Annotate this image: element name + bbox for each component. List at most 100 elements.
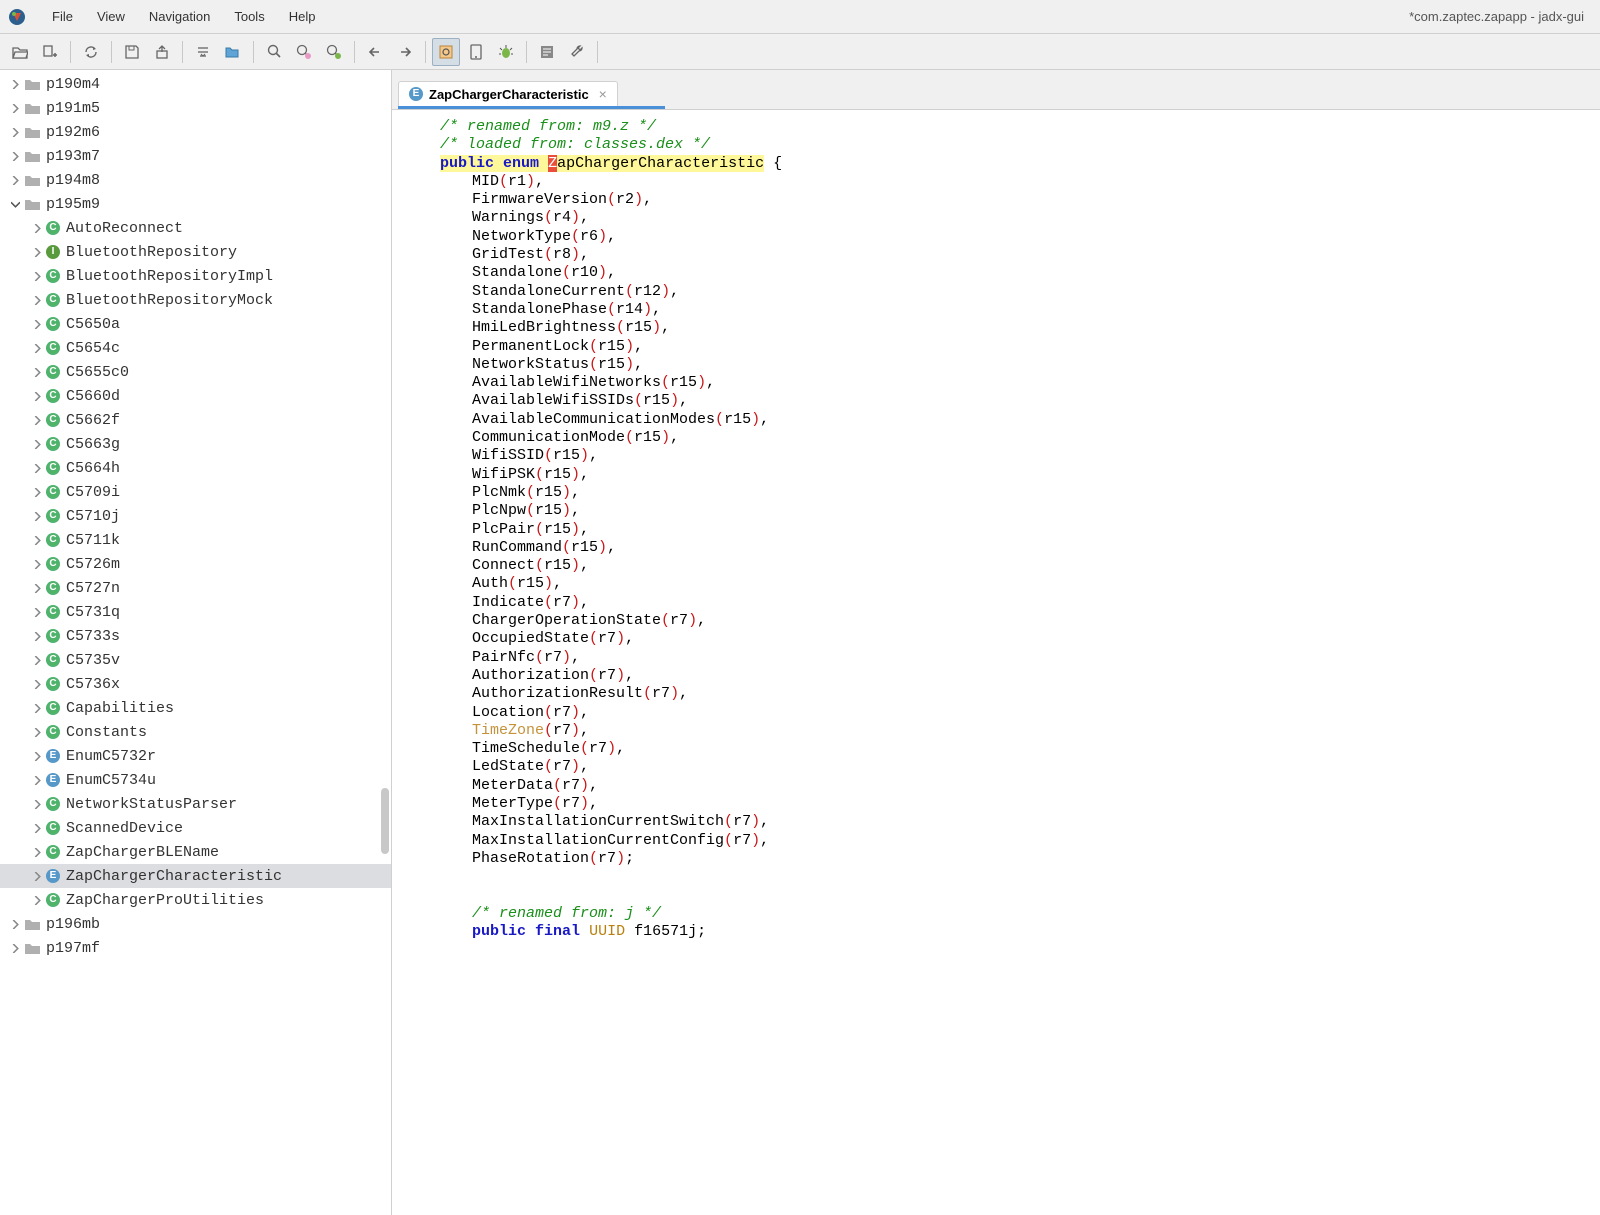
tree-node-p194m8[interactable]: p194m8	[0, 168, 391, 192]
chevron-right-icon[interactable]	[30, 869, 44, 883]
chevron-right-icon[interactable]	[30, 845, 44, 859]
chevron-right-icon[interactable]	[30, 773, 44, 787]
tree-node-C5735v[interactable]: CC5735v	[0, 648, 391, 672]
tree-node-C5711k[interactable]: CC5711k	[0, 528, 391, 552]
tree-node-BluetoothRepositoryImpl[interactable]: CBluetoothRepositoryImpl	[0, 264, 391, 288]
save-button[interactable]	[118, 38, 146, 66]
back-button[interactable]	[361, 38, 389, 66]
chevron-right-icon[interactable]	[30, 509, 44, 523]
tree-node-C5664h[interactable]: CC5664h	[0, 456, 391, 480]
tree-node-C5727n[interactable]: CC5727n	[0, 576, 391, 600]
tree-node-C5710j[interactable]: CC5710j	[0, 504, 391, 528]
chevron-right-icon[interactable]	[30, 629, 44, 643]
tree-node-ZapChargerBLEName[interactable]: CZapChargerBLEName	[0, 840, 391, 864]
scrollbar-thumb[interactable]	[381, 788, 389, 854]
tree-node-NetworkStatusParser[interactable]: CNetworkStatusParser	[0, 792, 391, 816]
chevron-right-icon[interactable]	[8, 173, 22, 187]
tree-node-p190m4[interactable]: p190m4	[0, 72, 391, 96]
chevron-right-icon[interactable]	[30, 221, 44, 235]
chevron-right-icon[interactable]	[30, 293, 44, 307]
editor-tab[interactable]: E ZapChargerCharacteristic ×	[398, 81, 618, 106]
chevron-right-icon[interactable]	[30, 437, 44, 451]
tree-node-AutoReconnect[interactable]: CAutoReconnect	[0, 216, 391, 240]
chevron-right-icon[interactable]	[30, 749, 44, 763]
device-button[interactable]	[462, 38, 490, 66]
tree-node-ScannedDevice[interactable]: CScannedDevice	[0, 816, 391, 840]
menu-tools[interactable]: Tools	[222, 0, 276, 33]
chevron-right-icon[interactable]	[30, 797, 44, 811]
chevron-right-icon[interactable]	[8, 77, 22, 91]
tree-node-ZapChargerProUtilities[interactable]: CZapChargerProUtilities	[0, 888, 391, 912]
chevron-right-icon[interactable]	[30, 245, 44, 259]
code-editor[interactable]: /* renamed from: m9.z *//* loaded from: …	[392, 109, 1600, 1215]
chevron-right-icon[interactable]	[30, 725, 44, 739]
menu-navigation[interactable]: Navigation	[137, 0, 222, 33]
chevron-right-icon[interactable]	[30, 677, 44, 691]
tree-node-Capabilities[interactable]: CCapabilities	[0, 696, 391, 720]
chevron-right-icon[interactable]	[30, 533, 44, 547]
preferences-button[interactable]	[432, 38, 460, 66]
chevron-right-icon[interactable]	[30, 581, 44, 595]
chevron-right-icon[interactable]	[30, 605, 44, 619]
chevron-right-icon[interactable]	[30, 413, 44, 427]
chevron-right-icon[interactable]	[30, 365, 44, 379]
chevron-right-icon[interactable]	[30, 485, 44, 499]
chevron-right-icon[interactable]	[8, 149, 22, 163]
chevron-right-icon[interactable]	[30, 461, 44, 475]
tree-node-C5662f[interactable]: CC5662f	[0, 408, 391, 432]
tree-node-p193m7[interactable]: p193m7	[0, 144, 391, 168]
tree-node-C5726m[interactable]: CC5726m	[0, 552, 391, 576]
tree-node-p195m9[interactable]: p195m9	[0, 192, 391, 216]
tree-node-BluetoothRepositoryMock[interactable]: CBluetoothRepositoryMock	[0, 288, 391, 312]
chevron-right-icon[interactable]	[8, 101, 22, 115]
tree-node-C5733s[interactable]: CC5733s	[0, 624, 391, 648]
search-button[interactable]	[260, 38, 288, 66]
open-button[interactable]	[6, 38, 34, 66]
package-tree[interactable]: p190m4p191m5p192m6p193m7p194m8p195m9CAut…	[0, 70, 392, 1215]
tree-node-C5650a[interactable]: CC5650a	[0, 312, 391, 336]
save-mapping-button[interactable]	[219, 38, 247, 66]
chevron-right-icon[interactable]	[30, 821, 44, 835]
tree-node-C5655c0[interactable]: CC5655c0	[0, 360, 391, 384]
flatten-packages-button[interactable]	[189, 38, 217, 66]
tree-node-ZapChargerCharacteristic[interactable]: EZapChargerCharacteristic	[0, 864, 391, 888]
chevron-right-icon[interactable]	[30, 893, 44, 907]
tree-node-C5709i[interactable]: CC5709i	[0, 480, 391, 504]
chevron-right-icon[interactable]	[8, 125, 22, 139]
tree-node-C5663g[interactable]: CC5663g	[0, 432, 391, 456]
tree-node-C5736x[interactable]: CC5736x	[0, 672, 391, 696]
chevron-right-icon[interactable]	[8, 917, 22, 931]
tree-node-p196mb[interactable]: p196mb	[0, 912, 391, 936]
chevron-right-icon[interactable]	[30, 701, 44, 715]
menu-file[interactable]: File	[40, 0, 85, 33]
tree-node-p197mf[interactable]: p197mf	[0, 936, 391, 960]
chevron-right-icon[interactable]	[30, 269, 44, 283]
search-class-button[interactable]	[290, 38, 318, 66]
tree-node-C5654c[interactable]: CC5654c	[0, 336, 391, 360]
tree-node-EnumC5734u[interactable]: EEnumC5734u	[0, 768, 391, 792]
menu-help[interactable]: Help	[277, 0, 328, 33]
tab-close-button[interactable]: ×	[599, 86, 607, 102]
tree-node-p191m5[interactable]: p191m5	[0, 96, 391, 120]
tree-node-Constants[interactable]: CConstants	[0, 720, 391, 744]
chevron-right-icon[interactable]	[30, 389, 44, 403]
tree-node-C5731q[interactable]: CC5731q	[0, 600, 391, 624]
chevron-right-icon[interactable]	[30, 317, 44, 331]
chevron-right-icon[interactable]	[8, 941, 22, 955]
menu-view[interactable]: View	[85, 0, 137, 33]
tree-node-p192m6[interactable]: p192m6	[0, 120, 391, 144]
tree-node-C5660d[interactable]: CC5660d	[0, 384, 391, 408]
tree-node-BluetoothRepository[interactable]: IBluetoothRepository	[0, 240, 391, 264]
forward-button[interactable]	[391, 38, 419, 66]
sync-button[interactable]	[77, 38, 105, 66]
debug-button[interactable]	[492, 38, 520, 66]
chevron-right-icon[interactable]	[30, 341, 44, 355]
export-button[interactable]	[148, 38, 176, 66]
chevron-right-icon[interactable]	[30, 557, 44, 571]
log-button[interactable]	[533, 38, 561, 66]
tree-node-EnumC5732r[interactable]: EEnumC5732r	[0, 744, 391, 768]
wrench-button[interactable]	[563, 38, 591, 66]
add-lib-button[interactable]	[36, 38, 64, 66]
search-usage-button[interactable]	[320, 38, 348, 66]
chevron-right-icon[interactable]	[30, 653, 44, 667]
